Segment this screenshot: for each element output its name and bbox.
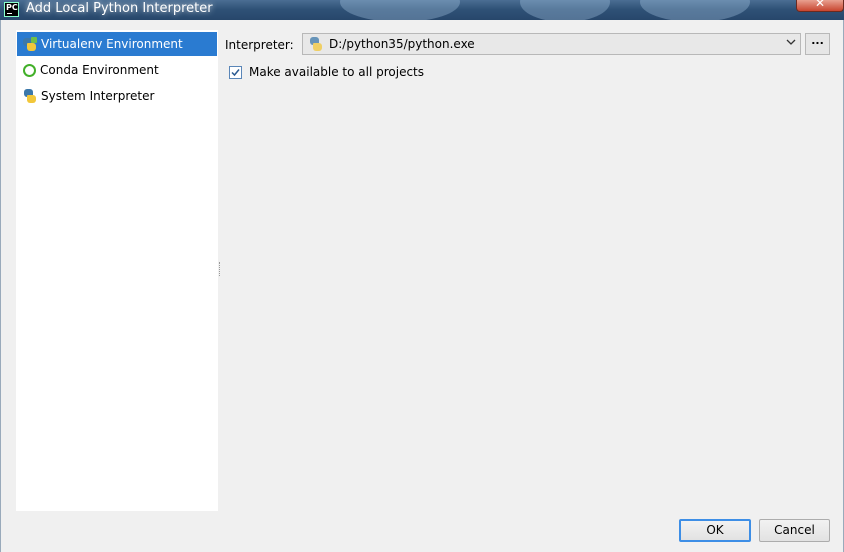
sidebar-item-label: System Interpreter bbox=[41, 89, 155, 103]
browse-button[interactable]: ... bbox=[805, 33, 830, 55]
sidebar-item-virtualenv[interactable]: Virtualenv Environment bbox=[17, 32, 217, 56]
title-bar-glow bbox=[640, 0, 750, 20]
virtualenv-icon bbox=[23, 37, 37, 51]
make-available-label[interactable]: Make available to all projects bbox=[249, 65, 424, 79]
app-icon-text: PC bbox=[6, 3, 18, 12]
sidebar-item-label: Virtualenv Environment bbox=[41, 37, 183, 51]
python-icon bbox=[23, 89, 37, 103]
sidebar-item-label: Conda Environment bbox=[40, 63, 159, 77]
ok-button[interactable]: OK bbox=[679, 519, 751, 542]
sidebar-item-conda[interactable]: Conda Environment bbox=[17, 58, 217, 82]
title-bar-glow bbox=[340, 0, 460, 20]
pycharm-app-icon: PC bbox=[4, 2, 19, 17]
close-icon[interactable]: ✕ bbox=[797, 0, 843, 10]
chevron-down-icon[interactable] bbox=[786, 37, 796, 47]
python-icon bbox=[309, 37, 323, 51]
interpreter-value: D:/python35/python.exe bbox=[329, 37, 475, 51]
sidebar-item-system-interpreter[interactable]: System Interpreter bbox=[17, 84, 217, 108]
conda-icon bbox=[23, 63, 36, 77]
title-bar-glow bbox=[520, 0, 610, 20]
close-button[interactable]: ✕ bbox=[796, 0, 844, 12]
checkmark-icon bbox=[231, 69, 240, 77]
cancel-button[interactable]: Cancel bbox=[759, 519, 830, 542]
make-available-checkbox[interactable] bbox=[229, 66, 242, 79]
title-bar: PC Add Local Python Interpreter ✕ bbox=[0, 0, 844, 20]
interpreter-label: Interpreter: bbox=[225, 38, 294, 52]
interpreter-type-list: Virtualenv Environment Conda Environment… bbox=[16, 30, 218, 511]
window-title: Add Local Python Interpreter bbox=[26, 1, 213, 16]
splitter-handle[interactable] bbox=[219, 262, 222, 276]
interpreter-select[interactable]: D:/python35/python.exe bbox=[302, 33, 801, 55]
